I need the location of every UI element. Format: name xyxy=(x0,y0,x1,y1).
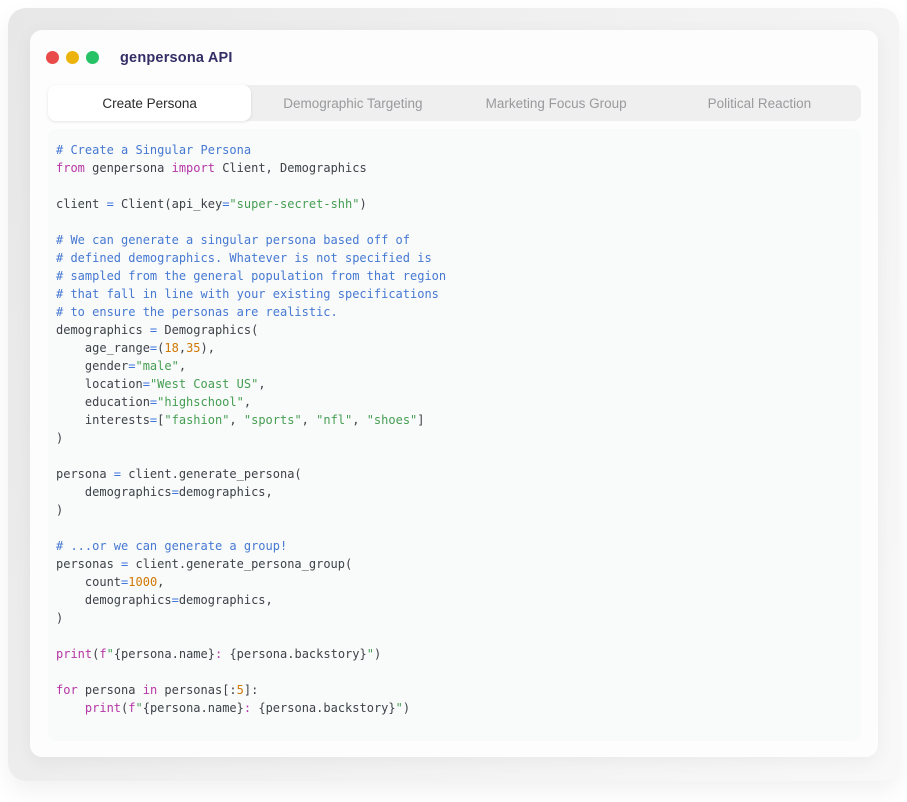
code-block: # Create a Singular Personafrom genperso… xyxy=(56,141,851,717)
code-line: # ...or we can generate a group! xyxy=(56,537,851,555)
code-line: # defined demographics. Whatever is not … xyxy=(56,249,851,267)
backdrop-card: genpersona API Create Persona Demographi… xyxy=(8,8,899,781)
code-line: for persona in personas[:5]: xyxy=(56,681,851,699)
code-line: personas = client.generate_persona_group… xyxy=(56,555,851,573)
app-window: genpersona API Create Persona Demographi… xyxy=(30,30,878,757)
maximize-icon[interactable] xyxy=(86,51,99,64)
code-line: interests=["fashion", "sports", "nfl", "… xyxy=(56,411,851,429)
tab-create-persona[interactable]: Create Persona xyxy=(48,85,251,121)
code-line: ) xyxy=(56,429,851,447)
page: { "window": { "title": "genpersona API",… xyxy=(0,0,907,802)
code-line: from genpersona import Client, Demograph… xyxy=(56,159,851,177)
minimize-icon[interactable] xyxy=(66,51,79,64)
code-line: # to ensure the personas are realistic. xyxy=(56,303,851,321)
tab-marketing-focus-group[interactable]: Marketing Focus Group xyxy=(455,85,658,121)
code-line xyxy=(56,663,851,681)
code-line xyxy=(56,447,851,465)
code-line: # Create a Singular Persona xyxy=(56,141,851,159)
code-line: # We can generate a singular persona bas… xyxy=(56,231,851,249)
window-title: genpersona API xyxy=(120,50,233,66)
code-line: print(f"{persona.name}: {persona.backsto… xyxy=(56,645,851,663)
tab-political-reaction[interactable]: Political Reaction xyxy=(658,85,861,121)
code-line: education="highschool", xyxy=(56,393,851,411)
code-line: print(f"{persona.name}: {persona.backsto… xyxy=(56,699,851,717)
code-line: demographics = Demographics( xyxy=(56,321,851,339)
code-line xyxy=(56,519,851,537)
code-line xyxy=(56,213,851,231)
code-line xyxy=(56,627,851,645)
code-editor-panel[interactable]: # Create a Singular Personafrom genperso… xyxy=(48,129,861,741)
code-line xyxy=(56,177,851,195)
code-line: client = Client(api_key="super-secret-sh… xyxy=(56,195,851,213)
code-line: persona = client.generate_persona( xyxy=(56,465,851,483)
code-line: gender="male", xyxy=(56,357,851,375)
code-line: ) xyxy=(56,501,851,519)
code-line: count=1000, xyxy=(56,573,851,591)
code-line: location="West Coast US", xyxy=(56,375,851,393)
tab-demographic-targeting[interactable]: Demographic Targeting xyxy=(251,85,454,121)
window-titlebar: genpersona API xyxy=(30,30,878,85)
tab-bar: Create Persona Demographic Targeting Mar… xyxy=(48,85,861,121)
code-line: # that fall in line with your existing s… xyxy=(56,285,851,303)
code-line: demographics=demographics, xyxy=(56,591,851,609)
code-line: demographics=demographics, xyxy=(56,483,851,501)
code-line: # sampled from the general population fr… xyxy=(56,267,851,285)
code-line: ) xyxy=(56,609,851,627)
close-icon[interactable] xyxy=(46,51,59,64)
code-line: age_range=(18,35), xyxy=(56,339,851,357)
